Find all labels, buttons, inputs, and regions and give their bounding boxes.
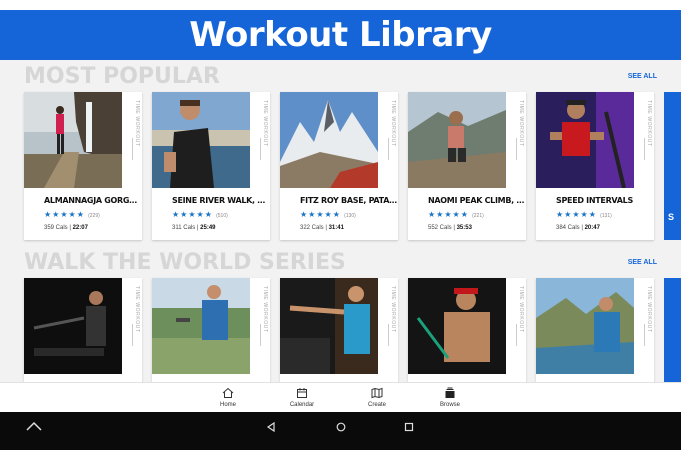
workout-thumbnail [536,278,634,374]
workout-type-label: TIME WORKOUT [390,100,396,147]
calories: 384 Cals | [556,225,583,231]
nav-home[interactable]: Home [203,386,253,408]
divider [388,324,389,346]
divider [132,138,133,160]
page-title: Workout Library [189,15,492,55]
map-icon [352,386,402,400]
workout-thumbnail [536,92,634,188]
bottom-navigation: Home Calendar Create Browse [0,382,681,412]
duration: 22:07 [72,225,88,231]
duration: 35:53 [456,225,472,231]
divider [516,138,517,160]
workout-type-label: TIME WORKOUT [646,286,652,333]
peek-letter: S [668,212,675,222]
calories: 552 Cals | [428,225,455,231]
workout-type-label: TIME WORKOUT [134,286,140,333]
rating-stars: ★★★★★ (510) [172,210,228,219]
rating-count: (130) [344,213,356,219]
section-title-walk-the-world: WALK THE WORLD SERIES [24,250,346,275]
rating-stars: ★★★★★ (221) [428,210,484,219]
duration: 20:47 [584,225,600,231]
workout-card[interactable]: TIME WORKOUT SEINE RIVER WALK, FRANCE ★★… [152,92,270,240]
workout-thumbnail [408,92,506,188]
workout-meta: 311 Cals | 25:49 [172,225,216,231]
nav-calendar[interactable]: Calendar [277,386,327,408]
workout-thumbnail [24,92,122,188]
calories: 322 Cals | [300,225,327,231]
workout-card[interactable]: TIME WORKOUT [536,278,654,382]
divider [644,138,645,160]
calories: 359 Cals | [44,225,71,231]
workout-card[interactable]: TIME WORKOUT NAOMI PEAK CLIMB, LOGAN C..… [408,92,526,240]
rating-stars: ★★★★★ (229) [44,210,100,219]
workout-card[interactable]: TIME WORKOUT FITZ ROY BASE, PATAGONIA, A… [280,92,398,240]
nav-label: Browse [439,402,460,408]
rating-stars: ★★★★★ (130) [300,210,356,219]
section-title-most-popular: MOST POPULAR [24,64,220,89]
workout-type-label: TIME WORKOUT [262,286,268,333]
home-icon [203,386,253,400]
see-all-link-walk-the-world[interactable]: SEE ALL [628,259,657,266]
workout-card[interactable]: TIME WORKOUT SPEED INTERVALS ★★★★★ (131)… [536,92,654,240]
divider [132,324,133,346]
workout-type-label: TIME WORKOUT [518,286,524,333]
next-card-peek[interactable] [664,278,681,382]
browse-icon [425,386,475,400]
divider [388,138,389,160]
chevron-up-icon[interactable] [26,418,42,436]
calendar-icon [277,386,327,400]
workout-title: SEINE RIVER WALK, FRANCE [172,196,270,205]
workout-thumbnail [152,92,250,188]
workout-thumbnail [24,278,122,374]
nav-browse[interactable]: Browse [425,386,475,408]
next-card-peek[interactable]: S [664,92,681,240]
divider [260,138,261,160]
workout-card[interactable]: TIME WORKOUT ALMANNAGJA GORGE RUN, ICEL.… [24,92,142,240]
workout-thumbnail [280,92,378,188]
workout-type-label: TIME WORKOUT [262,100,268,147]
workout-thumbnail [408,278,506,374]
workout-card[interactable]: TIME WORKOUT [24,278,142,382]
workout-type-label: TIME WORKOUT [646,100,652,147]
workout-title: SPEED INTERVALS [556,196,633,205]
workout-title: NAOMI PEAK CLIMB, LOGAN C... [428,196,526,205]
divider [644,324,645,346]
home-circle-icon[interactable] [336,419,346,437]
system-navigation-bar [0,412,681,450]
nav-label: Create [367,402,386,408]
nav-label: Home [219,402,236,408]
workout-card[interactable]: TIME WORKOUT [280,278,398,382]
workout-card[interactable]: TIME WORKOUT [152,278,270,382]
nav-label: Calendar [289,402,315,408]
rating-stars: ★★★★★ (131) [556,210,612,219]
divider [516,324,517,346]
library-content[interactable]: MOST POPULAR SEE ALL TIME WORKOUT ALMANN… [0,60,681,382]
rating-count: (510) [216,213,228,219]
workout-type-label: TIME WORKOUT [518,100,524,147]
rating-count: (131) [600,213,612,219]
divider [260,324,261,346]
back-icon[interactable] [266,419,276,437]
workout-thumbnail [280,278,378,374]
workout-meta: 552 Cals | 35:53 [428,225,472,231]
recents-icon[interactable] [404,419,414,437]
workout-card[interactable]: TIME WORKOUT [408,278,526,382]
workout-meta: 384 Cals | 20:47 [556,225,600,231]
workout-thumbnail [152,278,250,374]
see-all-link-most-popular[interactable]: SEE ALL [628,73,657,80]
duration: 31:41 [328,225,344,231]
rating-count: (229) [88,213,100,219]
workout-type-label: TIME WORKOUT [390,286,396,333]
page-header: Workout Library [0,10,681,60]
workout-meta: 359 Cals | 22:07 [44,225,88,231]
workout-meta: 322 Cals | 31:41 [300,225,344,231]
duration: 25:49 [200,225,216,231]
workout-type-label: TIME WORKOUT [134,100,140,147]
calories: 311 Cals | [172,225,199,231]
nav-create[interactable]: Create [352,386,402,408]
rating-count: (221) [472,213,484,219]
workout-title: FITZ ROY BASE, PATAGONIA, A... [300,196,398,205]
workout-title: ALMANNAGJA GORGE RUN, ICEL... [44,196,142,205]
